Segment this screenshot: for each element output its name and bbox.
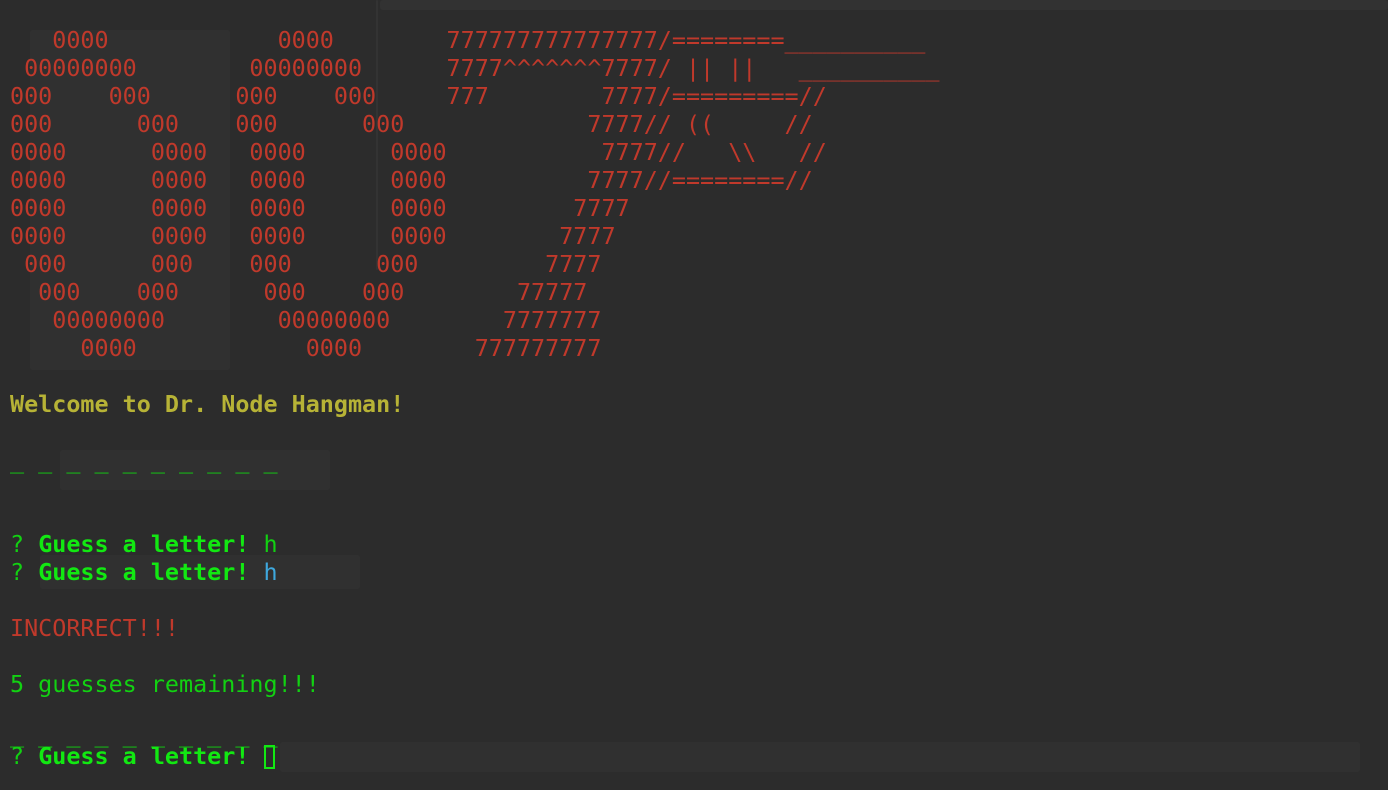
ascii-art-line: 0000 0000 777777777777777/========______… — [10, 26, 926, 54]
ascii-art-line: 0000 0000 0000 0000 7777// \\ // — [10, 138, 827, 166]
prompt-mark: ? — [10, 558, 25, 586]
prompt-label: Guess a letter! — [38, 742, 250, 770]
prompt-line: ? Guess a letter! h — [10, 558, 1380, 586]
prompt-label: Guess a letter! — [38, 558, 250, 586]
ascii-art-line: 0000 0000 0000 0000 7777 — [10, 222, 616, 250]
text-cursor[interactable] — [263, 745, 275, 769]
terminal-output: 0000 0000 777777777777777/========______… — [10, 26, 1380, 770]
prompt-mark: ? — [10, 742, 25, 770]
ascii-art-line: 000 000 000 000 77777 — [10, 278, 588, 306]
current-prompt-line[interactable]: ? Guess a letter! — [10, 742, 1380, 770]
ascii-art-line: 00000000 00000000 7777777 — [10, 306, 602, 334]
background-window-titlebar — [380, 0, 1388, 10]
ascii-art-line: 0000 0000 0000 0000 7777//========// — [10, 166, 813, 194]
remaining-guesses: 5 guesses remaining!!! — [10, 670, 320, 698]
ascii-art-line: 00000000 00000000 7777^^^^^^^7777/ || ||… — [10, 54, 940, 82]
prompt-mark: ? — [10, 530, 25, 558]
word-blanks-current: _ _ _ _ _ _ _ _ _ _ — [10, 720, 278, 748]
prompt-line: ? Guess a letter! h — [10, 530, 1380, 558]
welcome-message: Welcome to Dr. Node Hangman! — [10, 390, 405, 418]
ascii-art-line: 000 000 000 000 7777// (( // — [10, 110, 813, 138]
terminal-window[interactable]: 0000 0000 777777777777777/========______… — [0, 0, 1388, 790]
prompt-answer: h — [263, 530, 278, 558]
ascii-art-line: 0000 0000 0000 0000 7777 — [10, 194, 630, 222]
ascii-art-line: 0000 0000 777777777 — [10, 334, 602, 362]
prompt-label: Guess a letter! — [38, 530, 250, 558]
result-message: INCORRECT!!! — [10, 614, 179, 642]
word-blanks-initial: _ _ _ _ _ _ _ _ _ _ — [10, 446, 278, 474]
prompt-answer-echo: h — [263, 558, 278, 586]
ascii-art-line: 000 000 000 000 777 7777/=========// — [10, 82, 827, 110]
ascii-art-line: 000 000 000 000 7777 — [10, 250, 602, 278]
